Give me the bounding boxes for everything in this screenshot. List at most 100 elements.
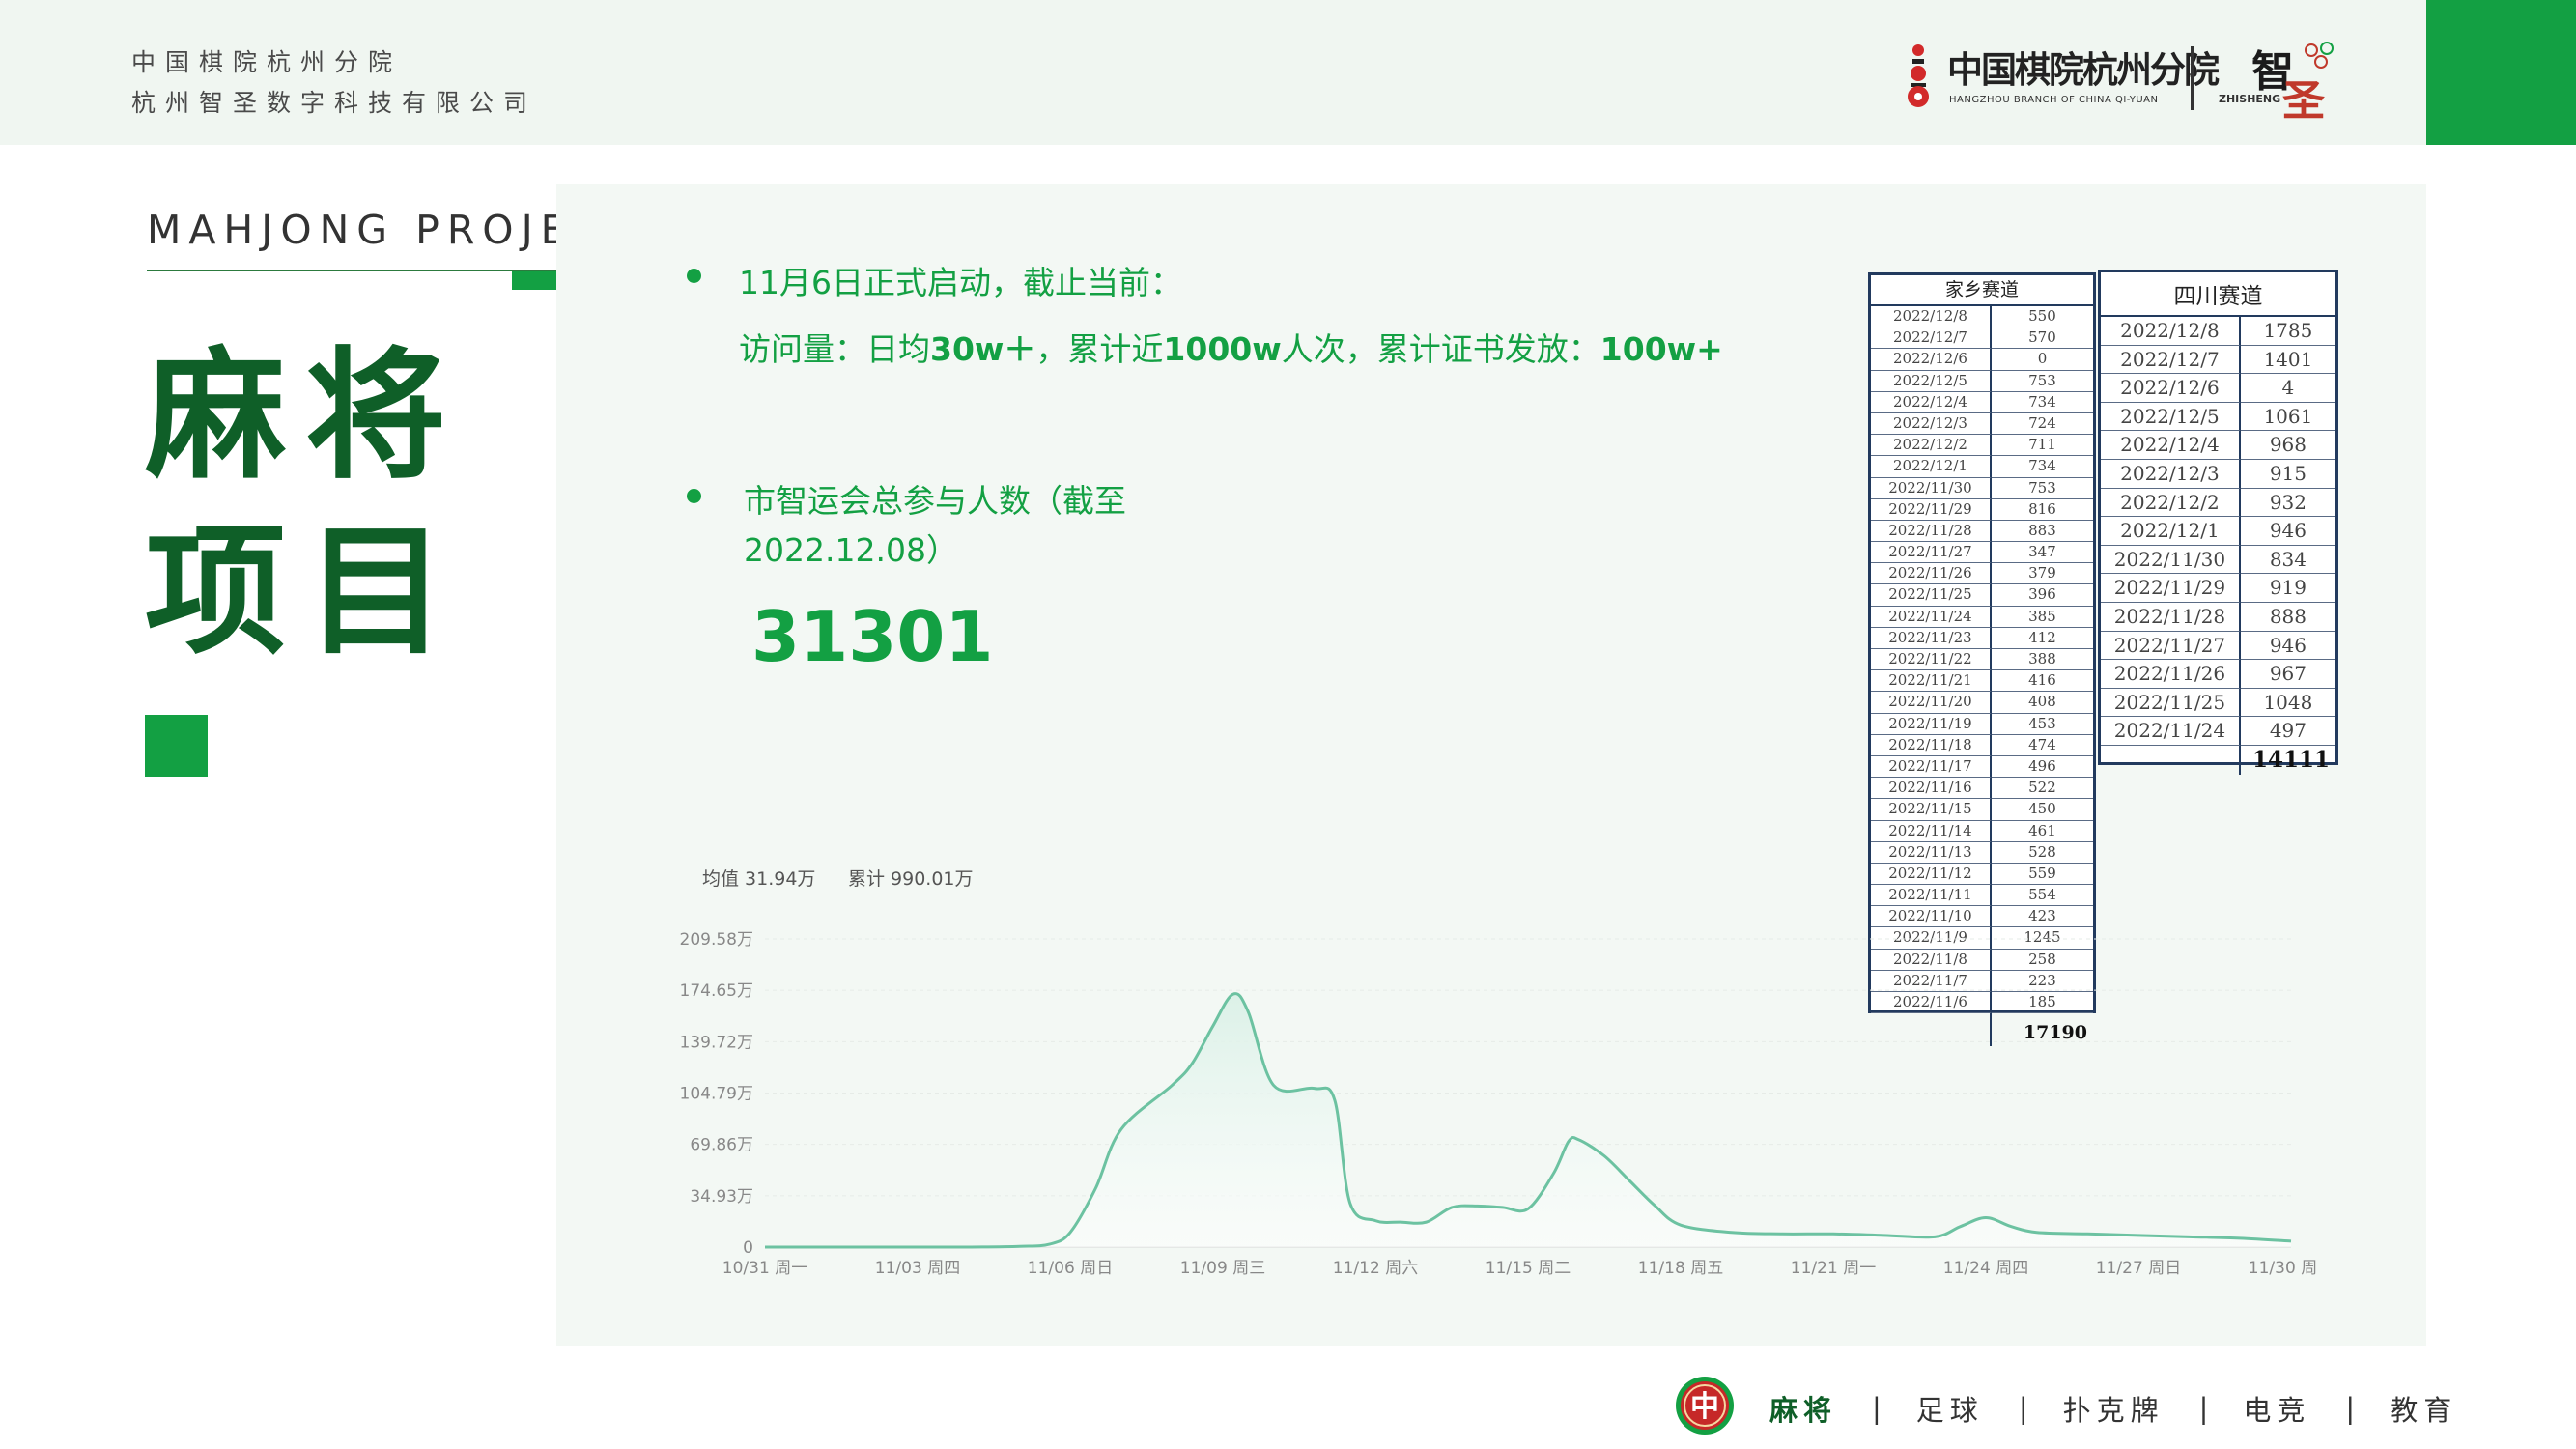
sichuan-track-value: 1061 — [2240, 403, 2335, 432]
logo-divider — [2191, 46, 2194, 110]
home-track-row: 2022/11/25 396 — [1871, 584, 2093, 607]
sichuan-track-value: 1785 — [2240, 317, 2335, 346]
sichuan-track-total: 14111 — [2251, 746, 2330, 773]
visit-stats-part2: ，累计近 — [1035, 330, 1164, 368]
footer-nav: 麻将 | 足球 | 扑克牌 | 电竞 | 教育 — [1769, 1388, 2457, 1429]
sichuan-track-value: 888 — [2240, 603, 2335, 632]
home-track-row: 2022/11/21 416 — [1871, 670, 2093, 693]
sichuan-track-value: 497 — [2240, 717, 2335, 746]
chart-y-tick-label: 139.72万 — [680, 1033, 753, 1052]
home-track-row: 2022/11/17 496 — [1871, 755, 2093, 779]
home-track-row: 2022/11/28 883 — [1871, 520, 2093, 543]
home-track-value: 450 — [1991, 799, 2093, 821]
sichuan-track-value: 1401 — [2240, 346, 2335, 375]
sichuan-track-row: 2022/12/3 915 — [2101, 459, 2335, 489]
home-track-value: 570 — [1991, 327, 2093, 350]
chart-grid — [765, 938, 2291, 1248]
chart-x-tick-label: 10/31 周一 — [722, 1259, 807, 1278]
home-track-row: 2022/12/3 724 — [1871, 412, 2093, 436]
home-track-value: 416 — [1991, 670, 2093, 693]
sichuan-track-date: 2022/12/2 — [2101, 488, 2241, 518]
sichuan-track-row: 2022/12/5 1061 — [2101, 402, 2335, 432]
home-track-row: 2022/11/23 412 — [1871, 627, 2093, 649]
home-track-value: 753 — [1991, 371, 2093, 392]
home-track-row: 2022/11/29 816 — [1871, 498, 2093, 521]
chart-y-tick-label: 104.79万 — [680, 1085, 753, 1104]
footer-nav-item[interactable]: 麻将 — [1769, 1388, 1837, 1429]
chart-y-tick-label: 209.58万 — [680, 930, 753, 950]
visit-stats: 访问量：日均30w＋，累计近1000w人次，累计证书发放：100w+ — [739, 324, 1723, 370]
home-track-value: 385 — [1991, 607, 2093, 628]
sichuan-track-row: 2022/11/24 497 — [2101, 717, 2335, 746]
sichuan-track-title: 四川赛道 — [2101, 272, 2335, 317]
home-track-row: 2022/12/2 711 — [1871, 435, 2093, 457]
footer-nav-item[interactable]: 扑克牌 — [2063, 1388, 2165, 1429]
sichuan-track-date: 2022/12/6 — [2101, 374, 2241, 403]
home-track-date: 2022/11/17 — [1871, 755, 1992, 779]
home-track-row: 2022/12/5 753 — [1871, 370, 2093, 392]
sichuan-track-date: 2022/12/4 — [2101, 431, 2241, 460]
home-track-date: 2022/12/5 — [1871, 370, 1992, 392]
visit-stats-part3: 人次，累计证书发放： — [1281, 330, 1600, 368]
chart-y-tick-label: 174.65万 — [680, 981, 753, 1001]
home-track-row: 2022/12/6 0 — [1871, 349, 2093, 371]
home-track-row: 2022/11/19 453 — [1871, 713, 2093, 735]
home-track-value: 412 — [1991, 628, 2093, 649]
launch-statement: 11月6日正式启动，截止当前： — [739, 264, 1182, 301]
zhisheng-logo-subtitle: ZHISHENG — [2219, 93, 2281, 105]
home-track-value: 388 — [1991, 649, 2093, 671]
total-participants: 31301 — [751, 596, 994, 677]
chart-y-tick-label: 69.86万 — [690, 1136, 753, 1155]
home-track-date: 2022/11/25 — [1871, 584, 1992, 607]
mahjong-logo-glyph: 中 — [1690, 1390, 1719, 1424]
visit-stats-part1: 访问量：日均 — [739, 330, 930, 368]
home-track-date: 2022/11/26 — [1871, 563, 1992, 585]
home-track-row: 2022/11/27 347 — [1871, 542, 2093, 564]
corner-accent-block — [2426, 0, 2576, 145]
home-track-value: 711 — [1991, 435, 2093, 457]
home-track-value: 453 — [1991, 714, 2093, 735]
bullet-dot-2 — [687, 489, 701, 503]
home-track-row: 2022/11/20 408 — [1871, 692, 2093, 714]
home-track-value: 724 — [1991, 413, 2093, 436]
qiyuan-logo-name: 中国棋院杭州分院 — [1947, 48, 2220, 91]
footer-nav-item[interactable]: 足球 — [1916, 1388, 1984, 1429]
sichuan-track-date: 2022/12/8 — [2101, 317, 2241, 346]
home-track-date: 2022/12/4 — [1871, 391, 1992, 413]
mahjong-logo-icon: 中 — [1676, 1377, 1734, 1435]
home-track-value: 347 — [1991, 542, 2093, 564]
footer-nav-separator: | — [2198, 1392, 2209, 1425]
home-track-date: 2022/12/2 — [1871, 435, 1992, 457]
footer-nav-separator: | — [2345, 1392, 2356, 1425]
sichuan-track-total-label — [2101, 745, 2241, 775]
footer-nav-item[interactable]: 电竞 — [2243, 1388, 2310, 1429]
certificates-value: 100w+ — [1599, 330, 1723, 368]
sichuan-track-date: 2022/11/30 — [2101, 545, 2241, 575]
footer-nav-item[interactable]: 教育 — [2390, 1388, 2457, 1429]
sichuan-track-date: 2022/11/24 — [2101, 717, 2241, 746]
chart-x-tick-label: 11/15 周二 — [1486, 1259, 1571, 1278]
chart-x-tick-label: 11/09 周三 — [1180, 1259, 1265, 1278]
home-track-value: 496 — [1991, 756, 2093, 779]
sichuan-track-row: 2022/11/30 834 — [2101, 545, 2335, 575]
participants-date: 2022.12.08） — [744, 531, 958, 569]
sichuan-track-row: 2022/11/29 919 — [2101, 574, 2335, 603]
sichuan-track-date: 2022/11/29 — [2101, 574, 2241, 603]
sichuan-track-value: 968 — [2240, 431, 2335, 460]
chart-x-tick-label: 11/27 周日 — [2096, 1259, 2181, 1278]
sichuan-track-row: 2022/12/1 946 — [2101, 517, 2335, 546]
chart-x-tick-label: 11/30 周三 — [2249, 1259, 2318, 1278]
home-track-row: 2022/11/22 388 — [1871, 649, 2093, 671]
daily-average-value: 30w＋ — [930, 330, 1036, 368]
home-track-title: 家乡赛道 — [1871, 275, 2093, 306]
sichuan-track-date: 2022/12/7 — [2101, 345, 2241, 375]
chart-y-axis: 0 34.93万 69.86万 104.79万 139.72万 174.65万 209.58… — [680, 930, 753, 1258]
home-track-value: 474 — [1991, 735, 2093, 756]
header-org-line1: 中国棋院杭州分院 — [131, 48, 403, 76]
sichuan-track-date: 2022/11/26 — [2101, 660, 2241, 689]
sichuan-track-date: 2022/12/5 — [2101, 402, 2241, 432]
home-track-date: 2022/11/29 — [1871, 498, 1992, 521]
visits-series-line — [764, 992, 2292, 1249]
home-track-date: 2022/11/14 — [1871, 820, 1992, 842]
sichuan-track-date: 2022/12/3 — [2101, 459, 2241, 489]
